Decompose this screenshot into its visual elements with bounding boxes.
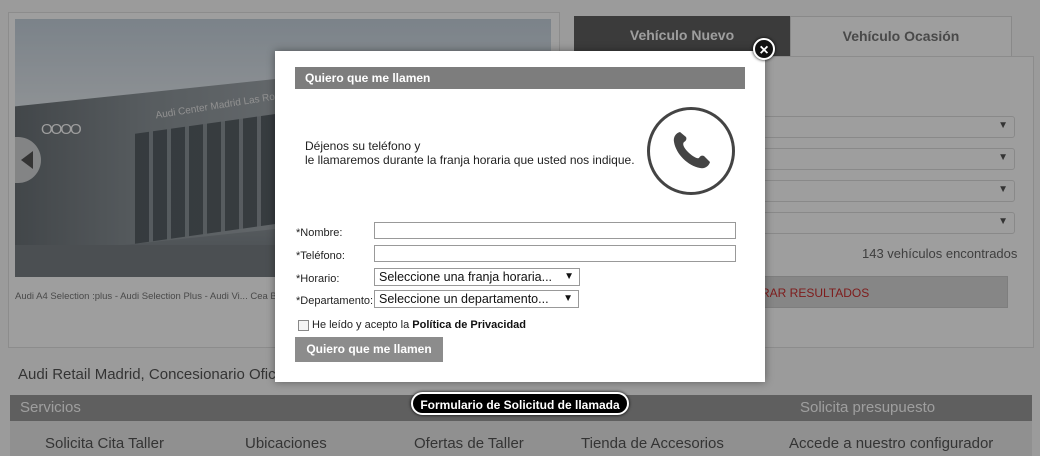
modal-intro: Déjenos su teléfono y le llamaremos dura… [305, 139, 635, 167]
chevron-down-icon: ▼ [563, 293, 573, 304]
intro-line-1: Déjenos su teléfono y [305, 139, 421, 153]
horario-selected: Seleccione una franja horaria... [379, 270, 553, 284]
intro-line-2: le llamaremos durante la franja horaria … [305, 153, 635, 167]
horario-select[interactable]: Seleccione una franja horaria... ▼ [374, 268, 580, 286]
privacy-checkbox[interactable] [298, 320, 309, 331]
privacy-policy-link[interactable]: Política de Privacidad [412, 319, 526, 331]
nombre-input[interactable] [374, 222, 736, 239]
submit-button[interactable]: Quiero que me llamen [295, 337, 443, 362]
telefono-label: *Teléfono: [296, 250, 345, 262]
close-icon[interactable]: × [753, 38, 775, 60]
departamento-selected: Seleccione un departamento... [379, 292, 549, 306]
form-tag-label: Formulario de Solicitud de llamada [411, 392, 629, 415]
horario-label: *Horario: [296, 273, 340, 285]
nombre-label: *Nombre: [296, 227, 343, 239]
departamento-label: *Departamento: [296, 295, 374, 307]
departamento-select[interactable]: Seleccione un departamento... ▼ [374, 290, 579, 308]
modal-title: Quiero que me llamen [295, 67, 745, 89]
callback-modal: Quiero que me llamen Déjenos su teléfono… [275, 51, 765, 382]
phone-icon [647, 107, 735, 195]
chevron-down-icon: ▼ [564, 271, 574, 282]
privacy-text: He leído y acepto la Política de Privaci… [312, 319, 526, 331]
privacy-prefix: He leído y acepto la [312, 319, 410, 331]
telefono-input[interactable] [374, 245, 736, 262]
